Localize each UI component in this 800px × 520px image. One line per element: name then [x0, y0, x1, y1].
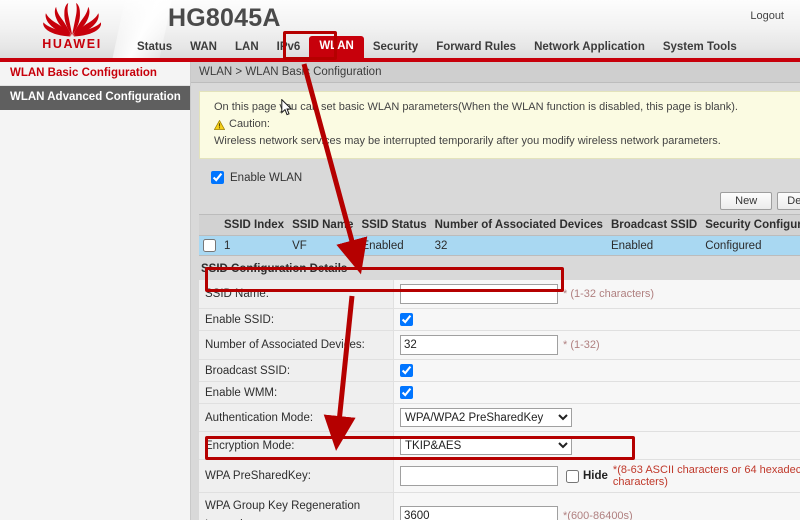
label-enable-ssid: Enable SSID: — [199, 309, 394, 331]
enable-wmm-checkbox[interactable] — [400, 386, 413, 399]
row-wpa-presharedkey: WPA PreSharedKey: Hide *(8-63 ASCII char… — [199, 460, 800, 493]
nav-item-ipv6[interactable]: IPv6 — [268, 37, 310, 58]
hide-key-checkbox[interactable] — [566, 470, 579, 483]
nav-item-wan[interactable]: WAN — [181, 37, 226, 58]
ssid-list-table: SSID Index SSID Name SSID Status Number … — [199, 214, 800, 256]
col-ssid-name: SSID Name — [288, 215, 357, 236]
row-enable-wmm: Enable WMM: — [199, 382, 800, 404]
field-authentication-mode: WPA/WPA2 PreSharedKey — [394, 404, 800, 432]
broadcast-ssid-checkbox[interactable] — [400, 364, 413, 377]
notice-line-2: Wireless network services may be interru… — [214, 133, 800, 150]
nav-item-forward-rules[interactable]: Forward Rules — [427, 37, 525, 58]
field-enable-ssid — [394, 309, 800, 331]
browser-page: HUAWEI HG8045A Logout Status WAN LAN IPv… — [0, 0, 800, 520]
wlan-basic-panel: On this page you can set basic WLAN para… — [191, 83, 800, 520]
sidebar-item-wlan-advanced-configuration[interactable]: WLAN Advanced Configuration — [0, 86, 190, 110]
cell-ssid-name: VF — [288, 236, 357, 256]
hide-key-label: Hide — [583, 470, 608, 482]
row-auth-mode: Authentication Mode: WPA/WPA2 PreSharedK… — [199, 404, 800, 432]
warning-triangle-icon — [214, 120, 225, 130]
assoc-devices-input[interactable] — [400, 335, 558, 355]
enable-ssid-checkbox[interactable] — [400, 313, 413, 326]
wpa-presharedkey-hint: *(8-63 ASCII characters or 64 hexadecima… — [613, 464, 800, 488]
col-select — [199, 215, 220, 236]
page-body: WLAN Basic Configuration WLAN Advanced C… — [0, 62, 800, 520]
table-row[interactable]: 1 VF Enabled 32 Enabled Configured — [199, 236, 800, 256]
notice-line-1: On this page you can set basic WLAN para… — [214, 99, 800, 116]
main-navigation: Status WAN LAN IPv6 WLAN Security Forwar… — [128, 36, 746, 58]
row-encryption-mode: Encryption Mode: TKIP&AES — [199, 432, 800, 460]
col-ssid-index: SSID Index — [220, 215, 288, 236]
row-select-checkbox[interactable] — [203, 239, 216, 252]
new-button[interactable]: New — [720, 192, 772, 210]
cell-assoc-devices: 32 — [431, 236, 607, 256]
wpa-presharedkey-input[interactable] — [400, 466, 558, 486]
col-security-config: Security Configuration — [701, 215, 800, 236]
field-assoc-devices: * (1-32) — [394, 331, 800, 360]
row-broadcast-ssid: Broadcast SSID: — [199, 360, 800, 382]
cell-security-config: Configured — [701, 236, 800, 256]
row-group-key-interval: WPA Group Key Regeneration Interval: *(6… — [199, 493, 800, 520]
label-wpa-presharedkey: WPA PreSharedKey: — [199, 460, 394, 493]
device-model-title: HG8045A — [168, 4, 281, 33]
ssid-name-hint: * (1-32 characters) — [563, 288, 654, 300]
page-header: HUAWEI HG8045A Logout Status WAN LAN IPv… — [0, 0, 800, 62]
label-group-key-interval: WPA Group Key Regeneration Interval: — [199, 493, 394, 520]
notice-box: On this page you can set basic WLAN para… — [199, 91, 800, 159]
cell-ssid-index: 1 — [220, 236, 288, 256]
field-broadcast-ssid — [394, 360, 800, 382]
huawei-logo: HUAWEI — [24, 3, 120, 55]
enable-wlan-row[interactable]: Enable WLAN — [211, 171, 800, 184]
label-enable-wmm: Enable WMM: — [199, 382, 394, 404]
col-assoc-devices: Number of Associated Devices — [431, 215, 607, 236]
assoc-devices-hint: * (1-32) — [563, 339, 600, 351]
field-wpa-presharedkey: Hide *(8-63 ASCII characters or 64 hexad… — [394, 460, 800, 493]
ssid-configuration-details-title: SSID Configuration Details — [199, 256, 800, 280]
breadcrumb: WLAN > WLAN Basic Configuration — [191, 62, 800, 83]
field-group-key-interval: *(600-86400s) — [394, 493, 800, 520]
label-authentication-mode: Authentication Mode: — [199, 404, 394, 432]
ssid-configuration-form: SSID Name: * (1-32 characters) Enable SS… — [199, 280, 800, 520]
field-enable-wmm — [394, 382, 800, 404]
nav-item-system-tools[interactable]: System Tools — [654, 37, 746, 58]
nav-item-wlan[interactable]: WLAN — [309, 36, 364, 58]
group-key-interval-hint: *(600-86400s) — [563, 510, 633, 520]
huawei-flower-logo-icon — [43, 3, 101, 37]
row-assoc-devices: Number of Associated Devices: * (1-32) — [199, 331, 800, 360]
ssid-table-toolbar: New Delete — [199, 192, 800, 210]
authentication-mode-select[interactable]: WPA/WPA2 PreSharedKey — [400, 408, 572, 427]
row-select-cell[interactable] — [199, 236, 220, 256]
label-encryption-mode: Encryption Mode: — [199, 432, 394, 460]
col-ssid-status: SSID Status — [357, 215, 430, 236]
col-broadcast-ssid: Broadcast SSID — [607, 215, 701, 236]
caution-label: Caution: — [229, 116, 270, 133]
field-ssid-name: * (1-32 characters) — [394, 280, 800, 309]
row-enable-ssid: Enable SSID: — [199, 309, 800, 331]
cell-ssid-status: Enabled — [357, 236, 430, 256]
enable-wlan-checkbox[interactable] — [211, 171, 224, 184]
nav-item-status[interactable]: Status — [128, 37, 181, 58]
enable-wlan-label: Enable WLAN — [230, 172, 302, 184]
row-ssid-name: SSID Name: * (1-32 characters) — [199, 280, 800, 309]
ssid-name-input[interactable] — [400, 284, 558, 304]
cell-broadcast-ssid: Enabled — [607, 236, 701, 256]
group-key-interval-input[interactable] — [400, 506, 558, 520]
nav-item-network-application[interactable]: Network Application — [525, 37, 654, 58]
brand-wordmark: HUAWEI — [24, 38, 120, 50]
encryption-mode-select[interactable]: TKIP&AES — [400, 436, 572, 455]
delete-button[interactable]: Delete — [777, 192, 800, 210]
content-area: WLAN > WLAN Basic Configuration On this … — [191, 62, 800, 520]
label-assoc-devices: Number of Associated Devices: — [199, 331, 394, 360]
nav-item-lan[interactable]: LAN — [226, 37, 268, 58]
sidebar-item-wlan-basic-configuration[interactable]: WLAN Basic Configuration — [0, 62, 190, 86]
label-broadcast-ssid: Broadcast SSID: — [199, 360, 394, 382]
field-encryption-mode: TKIP&AES — [394, 432, 800, 460]
caution-line: Caution: — [214, 116, 800, 133]
sidebar: WLAN Basic Configuration WLAN Advanced C… — [0, 62, 191, 520]
nav-item-security[interactable]: Security — [364, 37, 427, 58]
label-ssid-name: SSID Name: — [199, 280, 394, 309]
table-header-row: SSID Index SSID Name SSID Status Number … — [199, 215, 800, 236]
logout-link[interactable]: Logout — [750, 10, 784, 22]
